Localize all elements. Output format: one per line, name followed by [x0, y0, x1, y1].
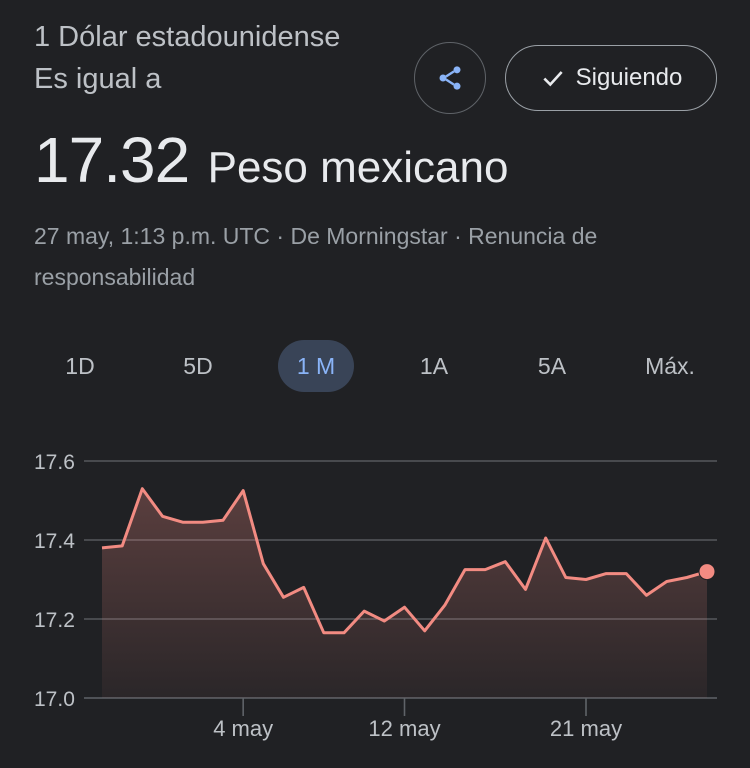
- tab-1a[interactable]: 1A: [396, 340, 472, 392]
- following-label: Siguiendo: [575, 64, 683, 91]
- x-tick-label: 12 may: [368, 716, 440, 741]
- quote-meta: 27 may, 1:13 p.m. UTC · De Morningstar ·…: [34, 223, 598, 290]
- following-button[interactable]: Siguiendo: [505, 45, 717, 111]
- share-button[interactable]: [414, 42, 486, 114]
- tab-5d[interactable]: 5D: [160, 340, 236, 392]
- current-value-marker: [698, 563, 716, 581]
- y-tick-label: 17.2: [34, 609, 75, 632]
- y-tick-label: 17.6: [34, 451, 75, 474]
- tab-5a[interactable]: 5A: [514, 340, 590, 392]
- series-area: [102, 488, 707, 698]
- range-tabs: 1D 5D 1 M 1A 5A Máx.: [20, 340, 738, 392]
- exchange-rate-chart: 17.6 17.4 17.2 17.0 4 may 12 may 21 may: [34, 451, 717, 741]
- x-tick-label: 21 may: [550, 716, 622, 741]
- tab-1m[interactable]: 1 M: [278, 340, 354, 392]
- tab-1d[interactable]: 1D: [42, 340, 118, 392]
- rate-value: 17.32: [34, 124, 190, 196]
- x-tick-label: 4 may: [213, 716, 273, 741]
- tab-max[interactable]: Máx.: [632, 340, 708, 392]
- conversion-from-label: 1 Dólar estadounidense Es igual a: [34, 21, 341, 95]
- y-tick-label: 17.0: [34, 688, 75, 711]
- y-tick-label: 17.4: [34, 530, 75, 553]
- rate-currency: Peso mexicano: [207, 143, 509, 192]
- exchange-rate: 17.32 Peso mexicano: [34, 122, 508, 206]
- check-icon: [543, 71, 563, 87]
- share-icon: [439, 66, 461, 90]
